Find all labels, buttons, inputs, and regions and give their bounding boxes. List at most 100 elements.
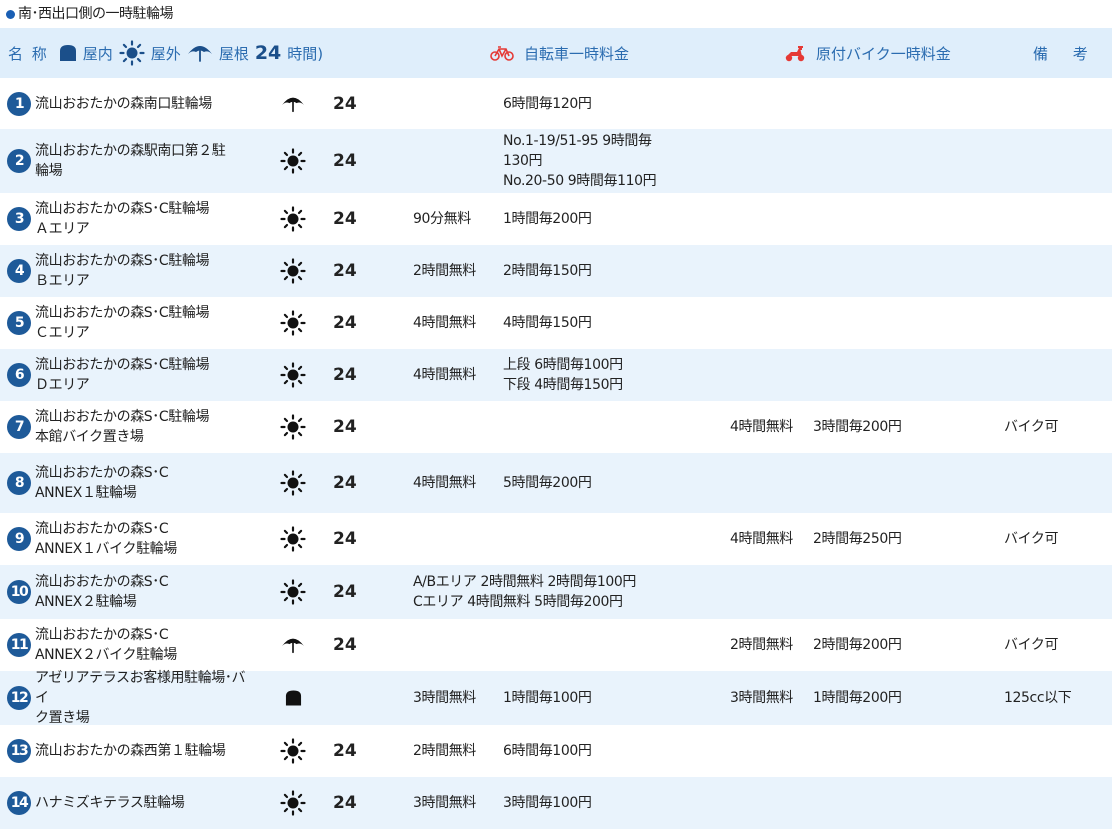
row-number-cell: 13 <box>6 725 32 777</box>
number-badge: 8 <box>7 471 31 495</box>
sun-icon <box>279 513 307 565</box>
row-number-cell: 1 <box>6 78 32 129</box>
number-badge: 14 <box>7 791 31 815</box>
number-badge: 6 <box>7 363 31 387</box>
row-number-cell: 12 <box>6 671 32 725</box>
moped-fee: 1時間毎200円 <box>813 690 902 706</box>
row-number-cell: 4 <box>6 245 32 297</box>
open-24h-label: 24 <box>333 741 357 761</box>
facility-name: 流山おおたかの森S･C ANNEX２駐輪場 <box>35 574 169 610</box>
table-row: 10 流山おおたかの森S･C ANNEX２駐輪場 24 A/Bエリア 2時間無料 2時… <box>0 565 1112 619</box>
bicycle-free-time: 2時間無料 <box>413 263 476 279</box>
table-row: 1 流山おおたかの森南口駐輪場 24 6時間毎120円 <box>0 78 1112 129</box>
number-badge: 5 <box>7 311 31 335</box>
moped-free-time: 4時間無料 <box>730 419 793 435</box>
section-title-text: 南･西出口側の一時駐輪場 <box>18 6 174 22</box>
facility-name: ハナミズキテラス駐輪場 <box>35 795 185 811</box>
table-row: 13 流山おおたかの森西第１駐輪場 24 2時間無料 6時間毎100円 <box>0 725 1112 777</box>
section-title: 南･西出口側の一時駐輪場 <box>6 4 174 24</box>
bicycle-fee-detail: A/Bエリア 2時間無料 2時間毎100円 Cエリア 4時間無料 5時間毎200… <box>413 574 636 610</box>
bicycle-free-time: 3時間無料 <box>413 690 476 706</box>
facility-name: 流山おおたかの森S･C ANNEX２バイク駐輪場 <box>35 627 177 663</box>
open-24h-label: 24 <box>333 529 357 549</box>
bicycle-fee: 上段 6時間毎100円 下段 4時間毎150円 <box>503 357 623 393</box>
table-row: 6 流山おおたかの森S･C駐輪場 Ｄエリア 24 4時間無料 上段 6時間毎100円 下… <box>0 349 1112 401</box>
moped-fee: 3時間毎200円 <box>813 419 902 435</box>
remarks-text: バイク可 <box>1004 419 1059 435</box>
bicycle-fee: 5時間毎200円 <box>503 475 592 491</box>
header-bicycle-label: 自転車一時料金 <box>524 44 630 63</box>
table-row: 8 流山おおたかの森S･C ANNEX１駐輪場 24 4時間無料 5時間毎200円 <box>0 453 1112 513</box>
open-24h-label: 24 <box>333 582 357 602</box>
facility-name: 流山おおたかの森S･C駐輪場 Ｂエリア <box>35 253 210 289</box>
remarks-text: バイク可 <box>1004 531 1059 547</box>
bicycle-fee: 4時間毎150円 <box>503 315 592 331</box>
legend-roof-label: 屋根 <box>218 44 249 63</box>
legend-24-label: 時間) <box>287 44 324 63</box>
moped-icon <box>784 44 806 62</box>
facility-name: アゼリアテラスお客様用駐輪場･バイ ク置き場 <box>35 670 246 726</box>
sun-icon <box>279 725 307 777</box>
moped-free-time: 4時間無料 <box>730 531 793 547</box>
open-24h-label: 24 <box>333 93 357 114</box>
facility-name: 流山おおたかの森S･C駐輪場 Ｄエリア <box>35 357 210 393</box>
facility-name: 流山おおたかの森南口駐輪場 <box>35 95 212 112</box>
table-row: 4 流山おおたかの森S･C駐輪場 Ｂエリア 24 2時間無料 2時間毎150円 <box>0 245 1112 297</box>
legend-indoor-label: 屋内 <box>82 44 113 63</box>
table-body: 1 流山おおたかの森南口駐輪場 24 6時間毎120円 2 流山おおたかの森駅南口第２駐 … <box>0 78 1112 829</box>
table-row: 9 流山おおたかの森S･C ANNEX１バイク駐輪場 24 4時間無料 2時間毎250円… <box>0 513 1112 565</box>
row-number-cell: 9 <box>6 513 32 565</box>
facility-name: 流山おおたかの森S･C駐輪場 本館バイク置き場 <box>35 409 210 445</box>
number-badge: 2 <box>7 149 31 173</box>
moped-fee: 2時間毎200円 <box>813 637 902 653</box>
table-row: 7 流山おおたかの森S･C駐輪場 本館バイク置き場 24 4時間無料 3時間毎200円 バ… <box>0 401 1112 453</box>
open-24h-label: 24 <box>333 417 357 437</box>
bicycle-icon <box>490 45 514 61</box>
roof-icon <box>279 78 307 129</box>
roof-icon <box>279 619 307 671</box>
header-bicycle: 自転車一時料金 <box>490 28 629 78</box>
number-badge: 13 <box>7 739 31 763</box>
bicycle-fee: 1時間毎100円 <box>503 690 592 706</box>
open-24h-label: 24 <box>333 261 357 281</box>
bullet-dot <box>6 9 15 19</box>
bicycle-free-time: 2時間無料 <box>413 743 476 759</box>
bicycle-fee: 6時間毎100円 <box>503 743 592 759</box>
row-number-cell: 5 <box>6 297 32 349</box>
open-24h-label: 24 <box>333 151 357 171</box>
facility-name: 流山おおたかの森駅南口第２駐 輪場 <box>35 143 226 179</box>
table-header: 名 称 屋内 屋外 屋根 24 時間) 自転車一時料金 原付バイク一時料金 備 … <box>0 28 1112 78</box>
moped-free-time: 3時間無料 <box>730 690 793 706</box>
bicycle-free-time: 4時間無料 <box>413 315 476 331</box>
header-moped: 原付バイク一時料金 <box>784 28 951 78</box>
number-badge: 10 <box>7 580 31 604</box>
row-number-cell: 2 <box>6 129 32 193</box>
sun-icon <box>119 40 145 66</box>
header-remarks: 備 考 <box>1033 44 1098 63</box>
sun-icon <box>279 297 307 349</box>
number-badge: 11 <box>7 633 31 657</box>
indoor-icon <box>279 671 307 725</box>
moped-fee: 2時間毎250円 <box>813 531 902 547</box>
sun-icon <box>279 401 307 453</box>
remarks-text: 125cc以下 <box>1004 690 1072 706</box>
bicycle-fee: 1時間毎200円 <box>503 211 592 227</box>
moped-free-time: 2時間無料 <box>730 637 793 653</box>
number-badge: 4 <box>7 259 31 283</box>
bicycle-free-time: 90分無料 <box>413 211 471 227</box>
roof-icon <box>187 42 213 64</box>
bicycle-fee: 3時間毎100円 <box>503 795 592 811</box>
sun-icon <box>279 129 307 193</box>
indoor-icon <box>59 44 77 62</box>
row-number-cell: 8 <box>6 453 32 513</box>
open-24h-label: 24 <box>333 635 357 655</box>
row-number-cell: 11 <box>6 619 32 671</box>
parking-table-page: 南･西出口側の一時駐輪場 名 称 屋内 屋外 屋根 24 時間) 自転車一時料金… <box>0 0 1114 829</box>
facility-name: 流山おおたかの森S･C駐輪場 Ａエリア <box>35 201 210 237</box>
sun-icon <box>279 349 307 401</box>
table-row: 11 流山おおたかの森S･C ANNEX２バイク駐輪場 24 2時間無料 2時間毎200… <box>0 619 1112 671</box>
sun-icon <box>279 245 307 297</box>
facility-name: 流山おおたかの森S･C ANNEX１バイク駐輪場 <box>35 521 177 557</box>
open-24h-label: 24 <box>333 313 357 333</box>
facility-name: 流山おおたかの森S･C ANNEX１駐輪場 <box>35 465 169 501</box>
